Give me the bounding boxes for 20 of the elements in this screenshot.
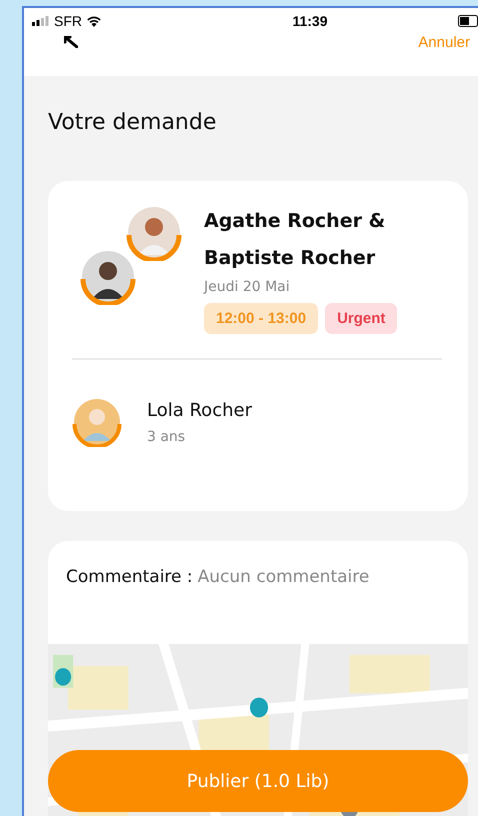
signal-icon [32,16,50,26]
child-age: 3 ans [147,428,186,444]
wifi-icon [86,15,102,27]
avatar [80,249,136,305]
urgent-badge: Urgent [325,303,398,334]
page-title: Votre demande [48,109,218,137]
parent-names: Agathe Rocher & Baptiste Rocher [204,209,386,271]
back-icon[interactable] [64,36,78,48]
comment-value: Aucun commentaire [198,567,370,587]
time-badge: 12:00 - 13:00 [204,303,318,334]
avatar [126,205,182,261]
child-name: Lola Rocher [147,400,252,420]
comment-label: Commentaire : [66,567,193,587]
cancel-link[interactable]: Annuler [418,34,470,51]
carrier-name: SFR [54,13,82,29]
battery-icon [458,15,478,27]
status-time: 11:39 [292,13,328,29]
avatar [72,397,122,447]
publish-button[interactable]: Publier (1.0 Lib) [48,750,468,812]
request-date: Jeudi 20 Mai [204,279,291,295]
